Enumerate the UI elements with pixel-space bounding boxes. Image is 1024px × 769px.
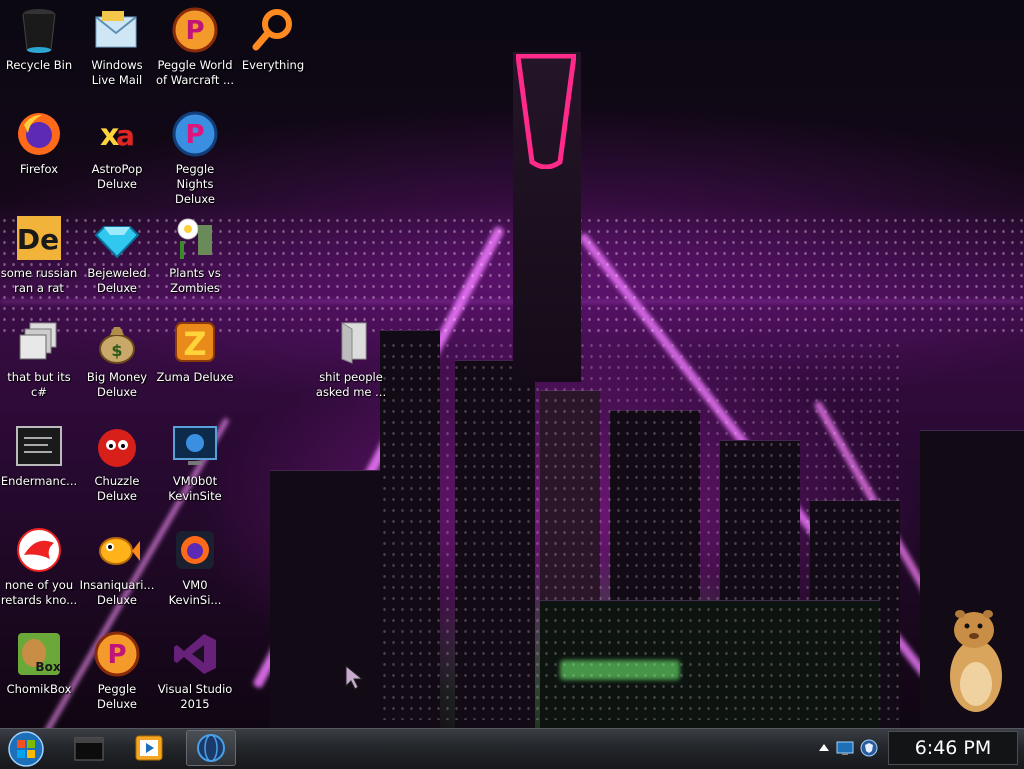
desktop-icon-chomikbox[interactable]: Box ChomikBox [0, 630, 78, 697]
svg-text:$: $ [111, 341, 122, 360]
taskbar-cmd-button[interactable] [64, 730, 114, 766]
media-player-icon [135, 735, 163, 761]
mouse-cursor-icon [345, 664, 364, 690]
desktop-icon-folder-asked[interactable]: shit people asked me ... [312, 318, 390, 400]
lizard-icon [15, 526, 63, 574]
recycle-bin-icon [15, 6, 63, 54]
desktop-icon-vm0-kevinsite[interactable]: VM0 KevinSi... [156, 526, 234, 608]
icon-label: Insaniquari... Deluxe [79, 578, 155, 607]
icon-label: shit people asked me ... [315, 370, 387, 399]
mail-icon [93, 6, 141, 54]
desktop-icon-firefox[interactable]: Firefox [0, 110, 78, 177]
globe-app-icon [197, 734, 225, 762]
chuzzle-icon [93, 422, 141, 470]
svg-text:P: P [107, 640, 126, 670]
desktop-icon-endermanc[interactable]: Endermanc... [0, 422, 78, 489]
system-tray [812, 730, 886, 766]
desktop-icon-zuma[interactable]: Z Zuma Deluxe [156, 318, 234, 385]
svg-text:De: De [17, 223, 59, 256]
visual-studio-icon [171, 630, 219, 678]
svg-text:P: P [185, 16, 204, 46]
plant-icon [171, 214, 219, 262]
desktop-wallpaper: Recycle Bin Windows Live Mail P Peggle W… [0, 0, 1024, 728]
desktop-icon-russian-rat[interactable]: De some russian ran a rat [0, 214, 78, 296]
icon-label: that but its c# [7, 370, 71, 399]
wallpaper-green-lights [560, 660, 680, 680]
folder-icon [327, 318, 375, 366]
icon-label: Peggle Nights Deluxe [175, 162, 215, 206]
desktop-icon-recycle-bin[interactable]: Recycle Bin [0, 6, 78, 73]
icon-label: Windows Live Mail [91, 58, 143, 87]
desktop-icon-peggle-deluxe[interactable]: P Peggle Deluxe [78, 630, 156, 712]
desktop-icon-insaniquarium[interactable]: Insaniquari... Deluxe [78, 526, 156, 608]
de-app-icon: De [15, 214, 63, 262]
desktop-icon-peggle-nights[interactable]: P Peggle Nights Deluxe [156, 110, 234, 207]
icon-label: Recycle Bin [5, 58, 73, 72]
windows-orb-icon [8, 731, 44, 767]
cmd-window-icon [74, 737, 104, 761]
desktop-icon-visual-studio[interactable]: Visual Studio 2015 [156, 630, 234, 712]
svg-text:a: a [116, 119, 135, 152]
icon-label: Chuzzle Deluxe [94, 474, 140, 503]
monitor-icon [171, 422, 219, 470]
firefox-icon [171, 526, 219, 574]
windows-stack-icon [15, 318, 63, 366]
taskbar-globe-app-button[interactable] [186, 730, 236, 766]
icon-label: VM0 KevinSi... [168, 578, 222, 607]
astropop-icon: xa [93, 110, 141, 158]
money-bag-icon: $ [93, 318, 141, 366]
network-icon[interactable] [836, 740, 854, 756]
icon-label: AstroPop Deluxe [91, 162, 143, 191]
svg-text:Z: Z [183, 325, 206, 363]
zuma-icon: Z [171, 318, 219, 366]
icon-label: Peggle World of Warcraft ... [156, 58, 234, 87]
icon-label: Big Money Deluxe [86, 370, 148, 399]
desktop-icon-big-money[interactable]: $ Big Money Deluxe [78, 318, 156, 400]
magnifier-icon [249, 6, 297, 54]
icon-label: Zuma Deluxe [156, 370, 234, 384]
icon-label: Endermanc... [0, 474, 78, 488]
desktop-icon-vm0b0t[interactable]: VM0b0t KevinSite [156, 422, 234, 504]
desktop-icon-chuzzle[interactable]: Chuzzle Deluxe [78, 422, 156, 504]
start-button[interactable] [4, 730, 48, 768]
desktop-icon-peggle-wow[interactable]: P Peggle World of Warcraft ... [156, 6, 234, 88]
icon-label: Visual Studio 2015 [157, 682, 233, 711]
icon-label: Everything [241, 58, 305, 72]
gem-icon [93, 214, 141, 262]
icon-label: Peggle Deluxe [97, 682, 137, 711]
hamster-box-icon: Box [15, 630, 63, 678]
desktop-icon-astropop[interactable]: xa AstroPop Deluxe [78, 110, 156, 192]
hamster-desktop-pet[interactable] [940, 606, 1010, 716]
shield-icon[interactable] [860, 739, 878, 757]
desktop-icon-windows-live-mail[interactable]: Windows Live Mail [78, 6, 156, 88]
fish-icon [93, 526, 141, 574]
icon-label: some russian ran a rat [0, 266, 78, 295]
taskbar-media-player-button[interactable] [124, 730, 174, 766]
icon-label: VM0b0t KevinSite [168, 474, 222, 503]
icon-label: Bejeweled Deluxe [87, 266, 147, 295]
desktop-icon-plants-vs-zombies[interactable]: Plants vs Zombies [156, 214, 234, 296]
desktop-icon-that-but-csharp[interactable]: that but its c# [0, 318, 78, 400]
icon-label: Plants vs Zombies [169, 266, 221, 295]
terminal-icon [15, 422, 63, 470]
peggle-icon: P [171, 6, 219, 54]
peggle-icon: P [171, 110, 219, 158]
peggle-icon: P [93, 630, 141, 678]
desktop-icon-none-of-you[interactable]: none of you retards kno... [0, 526, 78, 608]
icon-label: ChomikBox [6, 682, 72, 696]
up-arrow-icon[interactable] [818, 742, 830, 754]
icon-label: none of you retards kno... [0, 578, 78, 607]
wallpaper-tower-arch [516, 54, 576, 169]
desktop-icon-bejeweled[interactable]: Bejeweled Deluxe [78, 214, 156, 296]
desktop-icon-everything[interactable]: Everything [234, 6, 312, 73]
svg-text:Box: Box [35, 660, 60, 674]
svg-text:P: P [185, 120, 204, 150]
taskbar-clock[interactable]: 6:46 PM [888, 731, 1018, 765]
firefox-icon [15, 110, 63, 158]
icon-label: Firefox [19, 162, 59, 176]
